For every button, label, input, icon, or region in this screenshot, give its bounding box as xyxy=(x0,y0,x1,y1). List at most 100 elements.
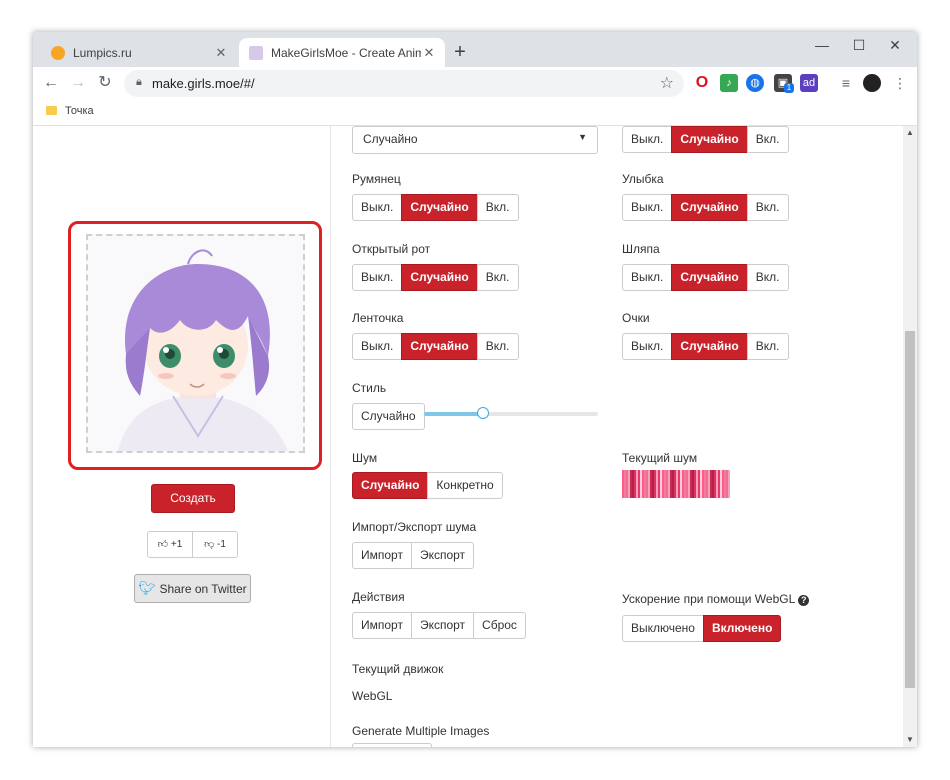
scrollbar-thumb[interactable] xyxy=(905,331,915,688)
noise-random[interactable]: Случайно xyxy=(352,472,429,499)
scroll-up-icon[interactable]: ▲ xyxy=(903,126,917,140)
noise-bar xyxy=(636,470,638,498)
extension-badge: 1 xyxy=(784,83,794,93)
create-button[interactable]: Создать xyxy=(151,484,235,513)
url-text: make.girls.moe/#/ xyxy=(152,76,255,91)
noise-bar xyxy=(676,470,678,498)
smile-off[interactable]: Выкл. xyxy=(622,194,673,221)
glasses-on[interactable]: Вкл. xyxy=(746,333,789,360)
hat-random[interactable]: Случайно xyxy=(671,264,748,291)
menu-icon[interactable]: ⋮ xyxy=(891,74,909,92)
bookmark-item[interactable]: Точка xyxy=(65,105,94,117)
thumbs-up-icon: 👍︎ xyxy=(157,539,169,550)
noise-bar xyxy=(692,470,694,498)
noise-bar xyxy=(724,470,726,498)
blush-off[interactable]: Выкл. xyxy=(352,194,403,221)
noise-bar xyxy=(696,470,698,498)
tab-lumpics[interactable]: Lumpics.ru ✕ xyxy=(41,38,237,67)
close-window-button[interactable]: ✕ xyxy=(873,32,917,60)
noise-bar xyxy=(686,470,688,498)
bookmarks-bar: Точка xyxy=(33,100,917,126)
webgl-toggle-group: Выключено Включено xyxy=(622,615,782,642)
list-icon[interactable]: ≡ xyxy=(837,74,855,92)
thumbs-up-button[interactable]: 👍︎ +1 xyxy=(147,531,193,558)
noise-export-button[interactable]: Экспорт xyxy=(410,542,475,569)
hair-style-select[interactable]: Случайно ▼ xyxy=(352,126,598,154)
noise-bar xyxy=(652,470,654,498)
page-scrollbar[interactable]: ▲ ▼ xyxy=(903,126,917,747)
webgl-on[interactable]: Включено xyxy=(702,615,782,642)
globe-icon[interactable]: ◍ xyxy=(746,74,764,92)
hat-label: Шляпа xyxy=(622,242,660,256)
noise-bar xyxy=(642,470,644,498)
blush-on[interactable]: Вкл. xyxy=(476,194,519,221)
open-mouth-random[interactable]: Случайно xyxy=(401,264,478,291)
close-icon[interactable]: ✕ xyxy=(421,45,437,61)
smile-random[interactable]: Случайно xyxy=(671,194,748,221)
import-export-label: Импорт/Экспорт шума xyxy=(352,520,477,534)
share-twitter-button[interactable]: 🐦︎ Share on Twitter xyxy=(134,574,251,603)
noise-specific[interactable]: Конкретно xyxy=(427,472,503,499)
back-icon[interactable]: ← xyxy=(39,71,63,95)
ribbon-random[interactable]: Случайно xyxy=(401,333,478,360)
thumbs-down-button[interactable]: 👎︎ -1 xyxy=(192,531,238,558)
hat-on[interactable]: Вкл. xyxy=(746,264,789,291)
avatar[interactable] xyxy=(863,74,881,92)
style-slider[interactable] xyxy=(424,407,598,419)
ribbon-off[interactable]: Выкл. xyxy=(352,333,403,360)
select-value: Случайно xyxy=(363,132,418,146)
smile-on[interactable]: Вкл. xyxy=(746,194,789,221)
new-tab-button[interactable]: + xyxy=(448,40,472,64)
thumbs-down-icon: 👎︎ xyxy=(204,539,215,550)
noise-bar xyxy=(698,470,700,498)
scroll-down-icon[interactable]: ▼ xyxy=(903,733,917,747)
tab-makegirlsmoe[interactable]: MakeGirlsMoe - Create Anime Characters w… xyxy=(239,38,445,67)
ribbon-on[interactable]: Вкл. xyxy=(476,333,519,360)
bookmark-star-icon[interactable]: ☆ xyxy=(660,73,674,93)
noise-bar xyxy=(684,470,686,498)
noise-bar xyxy=(690,470,692,498)
glasses-off[interactable]: Выкл. xyxy=(622,333,673,360)
smile-label: Улыбка xyxy=(622,172,664,186)
tab-title: MakeGirlsMoe - Create Anime Characters w… xyxy=(271,45,421,60)
address-bar[interactable]: 🔒︎ make.girls.moe/#/ ☆ xyxy=(124,70,684,97)
slider-handle[interactable] xyxy=(477,407,490,419)
open-mouth-on[interactable]: Вкл. xyxy=(476,264,519,291)
forward-icon[interactable]: → xyxy=(66,71,90,95)
option-random[interactable]: Случайно xyxy=(671,126,748,153)
noise-bar xyxy=(716,470,718,498)
music-icon[interactable]: ♪ xyxy=(720,74,738,92)
close-icon[interactable]: ✕ xyxy=(213,45,229,61)
noise-bar xyxy=(650,470,652,498)
glasses-random[interactable]: Случайно xyxy=(671,333,748,360)
noise-bar xyxy=(672,470,674,498)
blush-random[interactable]: Случайно xyxy=(401,194,478,221)
noise-bar xyxy=(658,470,660,498)
tab-title: Lumpics.ru xyxy=(73,45,132,60)
hat-off[interactable]: Выкл. xyxy=(622,264,673,291)
action-import-button[interactable]: Импорт xyxy=(352,612,412,639)
noise-import-button[interactable]: Импорт xyxy=(352,542,412,569)
option-on[interactable]: Вкл. xyxy=(746,126,789,153)
ad-icon[interactable]: ad xyxy=(800,74,818,92)
webgl-label-text: Ускорение при помощи WebGL xyxy=(622,592,796,606)
smile-toggle-group: Выкл. Случайно Вкл. xyxy=(622,194,789,221)
noise-bar xyxy=(670,470,672,498)
option-off[interactable]: Выкл. xyxy=(622,126,673,153)
help-icon[interactable]: ? xyxy=(798,595,810,606)
style-random-button[interactable]: Случайно xyxy=(352,403,425,430)
open-mouth-off[interactable]: Выкл. xyxy=(352,264,403,291)
webgl-off[interactable]: Выключено xyxy=(622,615,704,642)
multiple-images-control[interactable] xyxy=(352,743,432,747)
noise-bar xyxy=(728,470,730,498)
actions-label: Действия xyxy=(352,590,405,604)
noise-bar xyxy=(640,470,642,498)
opera-icon[interactable]: O xyxy=(693,74,711,92)
noise-bar xyxy=(634,470,636,498)
action-export-button[interactable]: Экспорт xyxy=(410,612,475,639)
anime-character-image xyxy=(88,236,303,451)
reload-icon[interactable]: ↻ xyxy=(93,71,117,95)
action-reset-button[interactable]: Сброс xyxy=(473,612,526,639)
style-random-group: Случайно xyxy=(352,403,425,430)
noise-bar xyxy=(714,470,716,498)
